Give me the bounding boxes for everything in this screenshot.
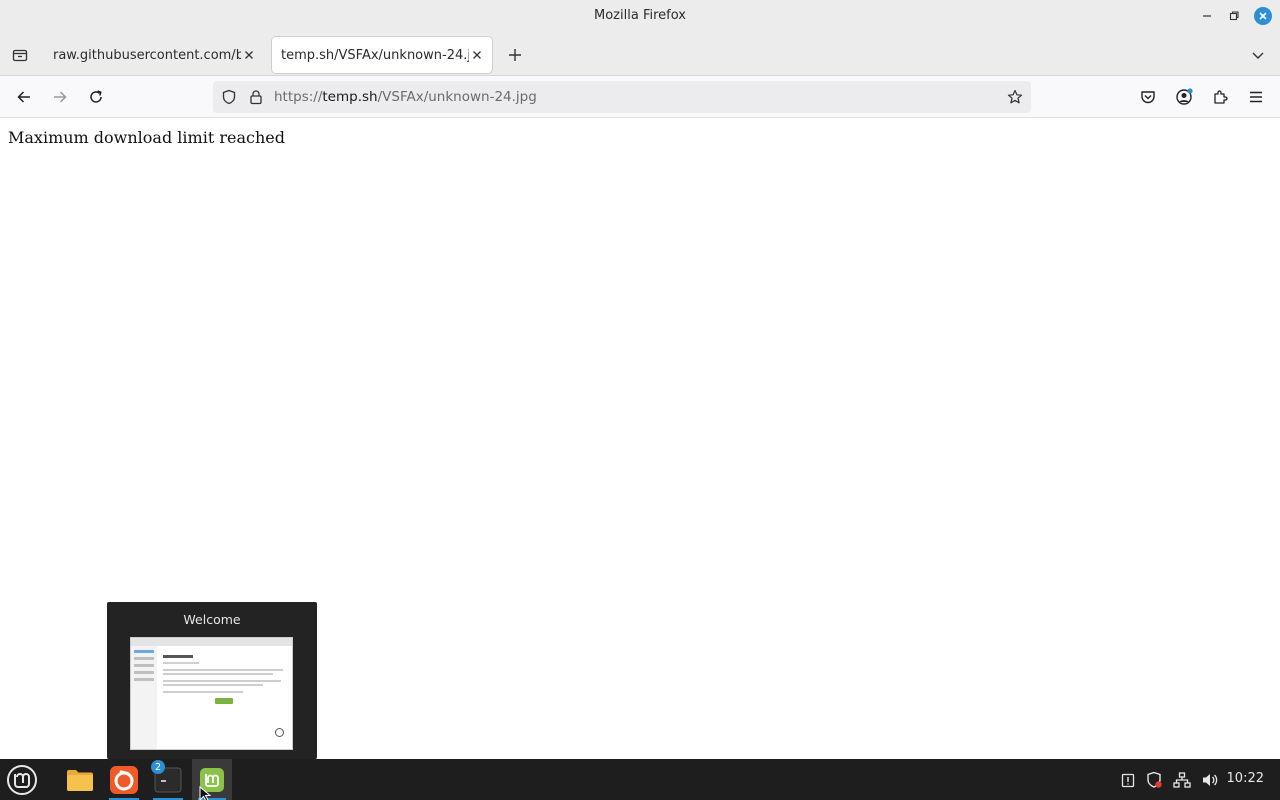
window-title: Mozilla Firefox xyxy=(594,8,686,23)
url-text[interactable]: https://temp.sh/VSFAx/unknown-24.jpg xyxy=(274,89,537,105)
volume-icon[interactable] xyxy=(1199,759,1221,800)
new-tab-plus-icon[interactable] xyxy=(503,43,527,67)
tab-label: raw.githubusercontent.com/be xyxy=(53,47,241,63)
forward-arrow-icon[interactable] xyxy=(48,85,72,109)
tab-temp-sh[interactable]: temp.sh/VSFAx/unknown-24.jpg xyxy=(272,37,492,73)
url-scheme: https:// xyxy=(274,89,323,105)
preview-title: Welcome xyxy=(183,612,241,627)
tab-raw-githubusercontent[interactable]: raw.githubusercontent.com/be xyxy=(44,37,264,73)
window-count-badge: 2 xyxy=(151,760,165,774)
taskbar: 2 10:22 xyxy=(0,759,1280,800)
url-path: /VSFAx/unknown-24.jpg xyxy=(377,89,537,105)
window-preview-popup[interactable]: Welcome xyxy=(107,602,317,759)
navigation-toolbar: https://temp.sh/VSFAx/unknown-24.jpg xyxy=(0,76,1280,118)
firefox-view-icon[interactable] xyxy=(8,43,32,67)
url-host: temp.sh xyxy=(322,89,378,105)
reload-icon[interactable] xyxy=(84,85,108,109)
update-shield-icon[interactable] xyxy=(1143,759,1165,800)
linux-mint-menu-icon[interactable] xyxy=(3,759,41,800)
account-avatar-icon[interactable] xyxy=(1172,85,1196,109)
list-all-tabs-chevron-icon[interactable] xyxy=(1246,43,1270,67)
tab-label: temp.sh/VSFAx/unknown-24.jpg xyxy=(281,47,469,63)
lock-icon[interactable] xyxy=(249,89,263,109)
mouse-pointer-icon xyxy=(199,785,215,800)
url-bar[interactable]: https://temp.sh/VSFAx/unknown-24.jpg xyxy=(213,81,1031,113)
close-tab-icon[interactable] xyxy=(468,46,486,64)
page-message: Maximum download limit reached xyxy=(8,128,285,147)
folder-icon[interactable] xyxy=(60,759,100,800)
extensions-puzzle-icon[interactable] xyxy=(1208,85,1232,109)
minimize-icon[interactable] xyxy=(1198,7,1216,25)
network-icon[interactable] xyxy=(1171,759,1193,800)
tab-strip: raw.githubusercontent.com/be temp.sh/VSF… xyxy=(0,33,1280,76)
firefox-icon[interactable] xyxy=(103,759,145,800)
close-window-icon[interactable] xyxy=(1254,7,1272,25)
close-tab-icon[interactable] xyxy=(240,46,258,64)
bookmark-star-icon[interactable] xyxy=(1005,87,1025,107)
maximize-icon[interactable] xyxy=(1225,7,1243,25)
pocket-icon[interactable] xyxy=(1136,85,1160,109)
tracking-protection-shield-icon[interactable] xyxy=(221,89,237,109)
taskbar-clock[interactable]: 10:22 xyxy=(1227,771,1264,786)
preview-thumbnail[interactable] xyxy=(130,637,293,750)
terminal-icon[interactable]: 2 xyxy=(147,759,189,800)
clipboard-indicator-icon[interactable] xyxy=(1117,759,1139,800)
hamburger-menu-icon[interactable] xyxy=(1244,85,1268,109)
window-titlebar: Mozilla Firefox xyxy=(0,0,1280,33)
back-arrow-icon[interactable] xyxy=(12,85,36,109)
